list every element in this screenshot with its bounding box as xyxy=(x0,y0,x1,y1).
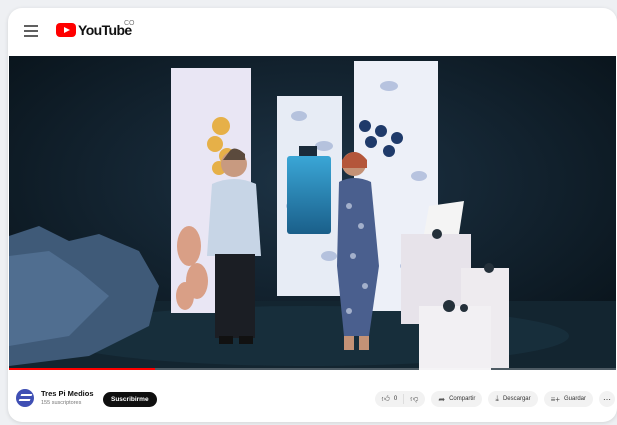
like-count: 0 xyxy=(393,396,398,402)
more-options-button[interactable]: ⋯ xyxy=(599,391,615,407)
country-code: CO xyxy=(124,20,135,27)
youtube-logo[interactable]: YouTube xyxy=(56,22,132,38)
share-icon: ➦ xyxy=(438,394,446,404)
thumbs-up-icon: 👍︎ xyxy=(381,394,390,403)
share-button[interactable]: ➦ Compartir xyxy=(431,391,483,407)
youtube-play-icon xyxy=(56,23,76,37)
more-horizontal-icon: ⋯ xyxy=(603,394,611,404)
download-button[interactable]: ⤓ Descargar xyxy=(488,391,538,407)
save-button[interactable]: ≡+ Guardar xyxy=(543,391,593,407)
video-info-bar: Tres Pi Medios 155 suscriptores Suscribi… xyxy=(8,376,617,422)
video-actions: 👍︎ 0 👎︎ ➦ Compartir ⤓ Descargar ≡+ Guard… xyxy=(374,391,615,407)
video-player[interactable] xyxy=(9,56,616,370)
save-label: Guardar xyxy=(563,396,586,402)
video-progress-fill xyxy=(9,368,155,370)
youtube-embed-card: YouTube CO Tres Pi Medios 155 suscriptor… xyxy=(8,8,617,422)
channel-name[interactable]: Tres Pi Medios xyxy=(41,389,94,398)
download-icon: ⤓ xyxy=(495,394,499,403)
thumbs-down-icon: 👎︎ xyxy=(410,394,419,403)
subscribe-button[interactable]: Suscribirme xyxy=(103,392,157,407)
dislike-button[interactable]: 👎︎ xyxy=(404,394,425,404)
subscriber-count: 155 suscriptores xyxy=(41,400,82,406)
video-progress-bar[interactable] xyxy=(9,368,616,370)
hamburger-menu-icon[interactable] xyxy=(24,25,38,37)
video-frame xyxy=(9,56,616,370)
header: YouTube CO xyxy=(8,8,617,56)
share-label: Compartir xyxy=(449,396,476,402)
like-button[interactable]: 👍︎ 0 xyxy=(375,394,405,404)
like-dislike-group: 👍︎ 0 👎︎ xyxy=(374,391,426,407)
playlist-add-icon: ≡+ xyxy=(550,394,560,404)
channel-avatar[interactable] xyxy=(16,389,34,407)
download-label: Descargar xyxy=(502,396,531,402)
